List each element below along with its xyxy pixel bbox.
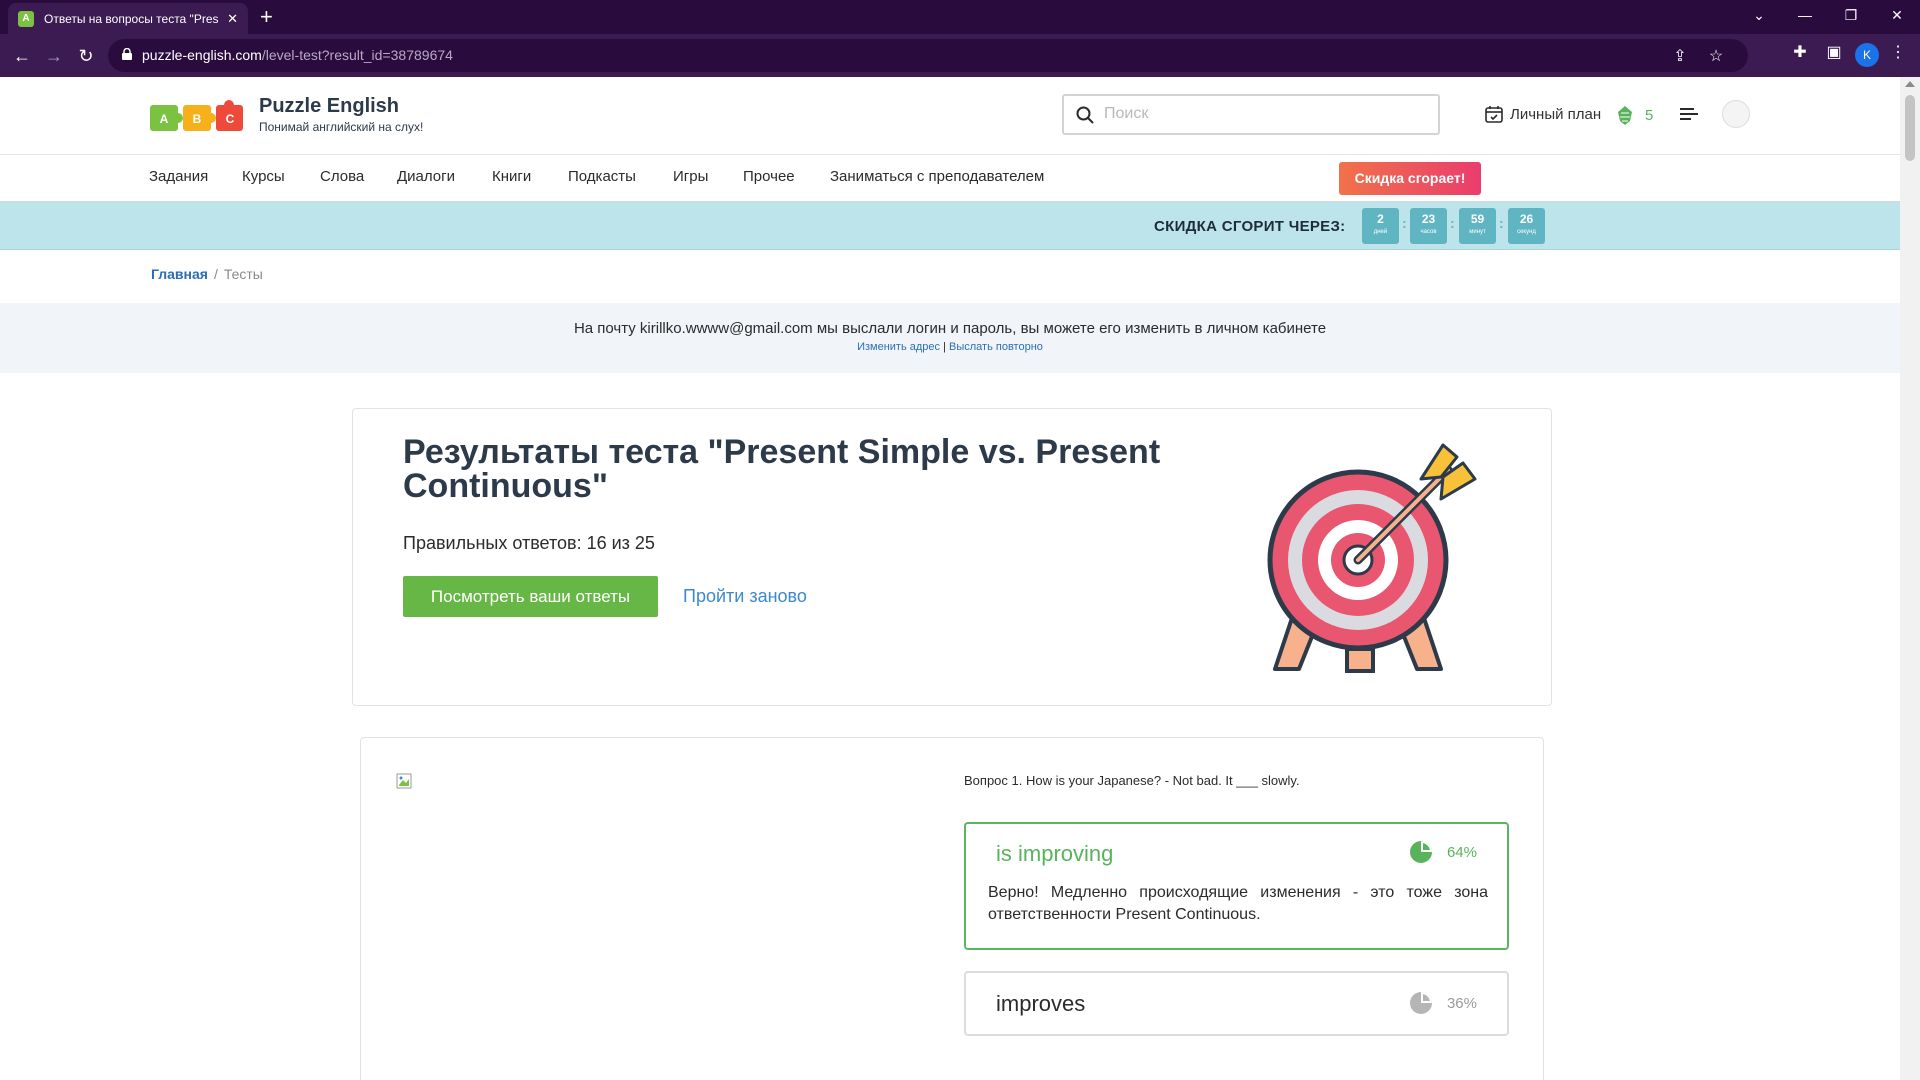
broken-image-icon <box>396 773 412 789</box>
points-value: 5 <box>1645 106 1654 124</box>
share-icon[interactable]: ⇪ <box>1668 46 1692 66</box>
svg-text:C: C <box>226 112 235 126</box>
svg-text:B: B <box>193 112 202 126</box>
page-scrollbar[interactable] <box>1900 77 1920 1080</box>
site-header: A B C Puzzle English Понимай английский … <box>0 77 1900 155</box>
nav-item-tutor[interactable]: Заниматься с преподавателем <box>830 168 1044 185</box>
answer-text: is improving <box>996 841 1114 866</box>
hop-cone-icon <box>1618 106 1632 125</box>
new-tab-icon[interactable]: + <box>260 4 273 30</box>
svg-text:A: A <box>160 112 169 126</box>
logo-abc-puzzle[interactable]: A B C <box>150 97 245 137</box>
resend-link[interactable]: Выслать повторно <box>949 341 1043 353</box>
discount-button[interactable]: Скидка сгорает! <box>1339 162 1481 195</box>
nav-item-other[interactable]: Прочее <box>743 168 795 185</box>
answer-option-correct[interactable]: is improving 64% Верно! Медленно происхо… <box>964 822 1509 950</box>
tab-close-icon[interactable]: ✕ <box>227 11 238 27</box>
address-bar[interactable]: puzzle-english.com/level-test?result_id=… <box>108 39 1748 72</box>
profile-avatar[interactable]: K <box>1855 43 1879 67</box>
brand-slogan: Понимай английский на слух! <box>259 120 424 134</box>
chevron-down-icon[interactable]: ⌄ <box>1736 0 1782 30</box>
question-card: Вопрос 1. How is your Japanese? - Not ba… <box>360 737 1544 1080</box>
personal-plan-link[interactable]: Личный план <box>1484 104 1601 124</box>
brand-name[interactable]: Puzzle English <box>259 95 399 118</box>
pie-chart-icon <box>1409 992 1432 1014</box>
url-text: puzzle-english.com/level-test?result_id=… <box>142 47 453 63</box>
extensions-puzzle-icon[interactable]: ✚ <box>1788 42 1812 62</box>
answer-option[interactable]: improves 36% <box>964 971 1509 1036</box>
nav-item-words[interactable]: Слова <box>320 168 364 185</box>
nav-item-dialogs[interactable]: Диалоги <box>397 168 455 185</box>
countdown-days: 2 дней <box>1362 208 1399 244</box>
retake-test-link[interactable]: Пройти заново <box>683 586 807 607</box>
question-text: Вопрос 1. How is your Japanese? - Not ba… <box>964 773 1300 788</box>
countdown-separator: : <box>1499 215 1504 231</box>
points-counter[interactable]: 5 <box>1615 104 1653 126</box>
nav-item-tasks[interactable]: Задания <box>149 168 208 185</box>
view-answers-button[interactable]: Посмотреть ваши ответы <box>403 576 658 617</box>
abc-puzzle-icon: A <box>18 10 34 27</box>
notice-links: Изменить адрес | Выслать повторно <box>0 341 1900 353</box>
user-avatar[interactable] <box>1722 100 1750 128</box>
browser-toolbar: ← → ↻ puzzle-english.com/level-test?resu… <box>0 34 1920 77</box>
main-nav: Задания Курсы Слова Диалоги Книги Подкас… <box>0 155 1900 202</box>
answer-explanation: Верно! Медленно происходящие изменения -… <box>988 884 1488 923</box>
scrollbar-thumb[interactable] <box>1905 95 1915 161</box>
search-box[interactable] <box>1062 94 1440 135</box>
countdown-minutes: 59 минут <box>1459 208 1496 244</box>
countdown-separator: : <box>1402 215 1407 231</box>
close-icon[interactable]: ✕ <box>1874 0 1920 30</box>
answer-percent: 64% <box>1409 840 1477 864</box>
personal-plan-label: Личный план <box>1510 105 1602 123</box>
forward-icon[interactable]: → <box>40 42 68 70</box>
scroll-up-arrow-icon[interactable] <box>1905 81 1915 87</box>
list-menu-icon[interactable] <box>1680 107 1698 121</box>
notice-text: На почту kirillko.wwww@gmail.com мы высл… <box>573 320 1327 337</box>
target-arrow-icon <box>1267 443 1477 673</box>
answer-percent-value: 36% <box>1446 994 1477 1012</box>
email-notice: На почту kirillko.wwww@gmail.com мы высл… <box>0 303 1900 373</box>
discount-countdown-bar: СКИДКА СГОРИТ ЧЕРЕЗ: 2 дней : 23 часов : 5… <box>0 202 1900 250</box>
browser-tab-bar: A Ответы на вопросы теста "Present Simpl… <box>0 0 1920 34</box>
countdown-hours: 23 часов <box>1410 208 1447 244</box>
nav-item-books[interactable]: Книги <box>492 168 531 185</box>
answer-percent: 36% <box>1409 991 1477 1015</box>
countdown-label: СКИДКА СГОРИТ ЧЕРЕЗ: <box>1154 218 1346 235</box>
lock-icon <box>122 48 132 60</box>
search-icon <box>1076 106 1094 124</box>
side-panel-icon[interactable]: ▣ <box>1822 42 1846 62</box>
breadcrumb-home[interactable]: Главная <box>151 266 208 282</box>
reload-icon[interactable]: ↻ <box>72 42 100 70</box>
breadcrumb-current: Тесты <box>223 266 263 282</box>
countdown-seconds: 26 секунд <box>1508 208 1545 244</box>
breadcrumb-separator: / <box>213 266 218 282</box>
notice-separator: | <box>943 341 946 353</box>
change-email-link[interactable]: Изменить адрес <box>857 341 940 353</box>
breadcrumb: Главная / Тесты <box>151 266 263 282</box>
calendar-check-icon <box>1485 106 1503 123</box>
result-score: Правильных ответов: 16 из 25 <box>403 533 655 553</box>
answer-percent-value: 64% <box>1446 843 1477 861</box>
minimize-icon[interactable]: — <box>1782 0 1828 30</box>
pie-chart-icon <box>1409 841 1432 863</box>
search-input[interactable] <box>1104 102 1424 126</box>
nav-item-courses[interactable]: Курсы <box>242 168 285 185</box>
back-icon[interactable]: ← <box>8 42 36 70</box>
result-title: Результаты теста "Present Simple vs. Pre… <box>403 433 1161 505</box>
bookmark-star-icon[interactable]: ☆ <box>1704 46 1728 66</box>
test-result-card: Результаты теста "Present Simple vs. Pre… <box>352 408 1552 706</box>
nav-item-games[interactable]: Игры <box>673 168 708 185</box>
countdown-separator: : <box>1450 215 1455 231</box>
restore-icon[interactable]: ❐ <box>1828 0 1874 30</box>
kebab-menu-icon[interactable]: ⋮ <box>1886 42 1910 62</box>
browser-tab[interactable]: A Ответы на вопросы теста "Present Simpl… <box>8 3 248 34</box>
tab-title: Ответы на вопросы теста "Present Simple … <box>44 11 219 26</box>
nav-item-podcasts[interactable]: Подкасты <box>568 168 636 185</box>
answer-text: improves <box>996 991 1086 1016</box>
